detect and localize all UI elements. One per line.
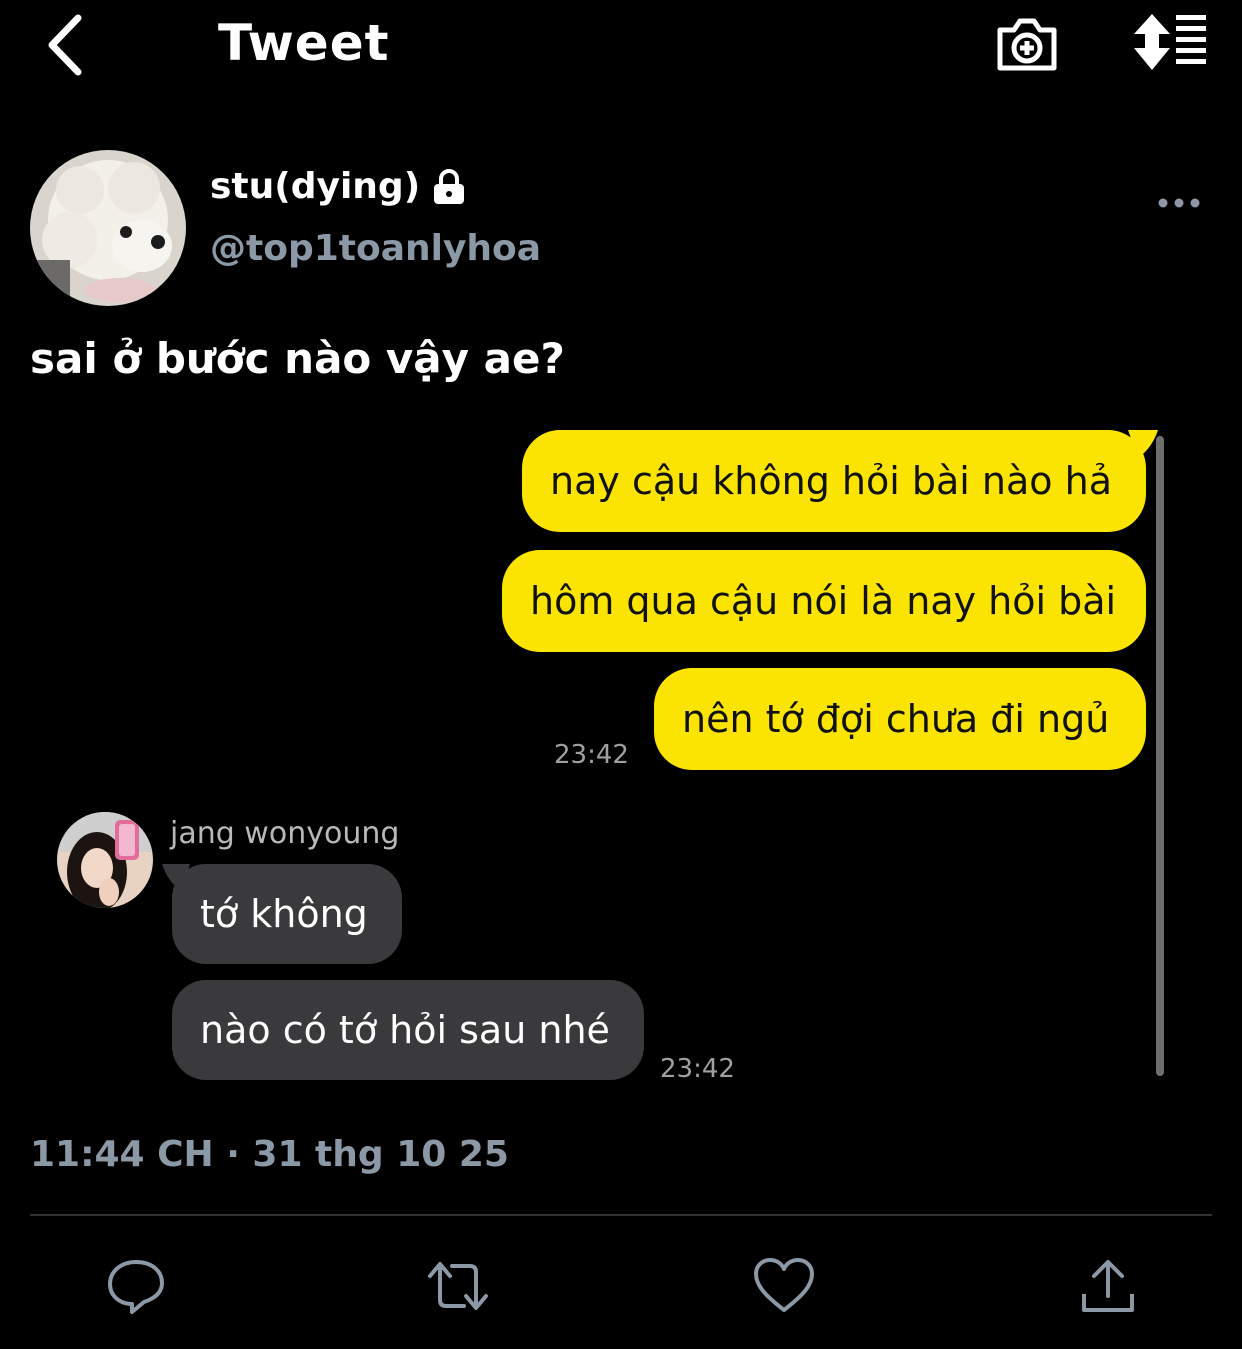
sort-button[interactable] (1130, 12, 1210, 72)
back-button[interactable] (38, 12, 98, 78)
author-display-name[interactable]: stu(dying) (210, 166, 420, 207)
more-dots-icon (1158, 198, 1200, 208)
outgoing-message: nên tớ đợi chưa đi ngủ (654, 668, 1146, 770)
page-title: Tweet (218, 14, 390, 72)
retweet-button[interactable] (426, 1254, 490, 1318)
incoming-message: nào có tớ hỏi sau nhé (172, 980, 644, 1080)
retweet-icon (428, 1262, 488, 1310)
camera-button[interactable] (994, 12, 1060, 74)
author-avatar[interactable] (30, 150, 186, 306)
sender-avatar (57, 812, 153, 908)
like-button[interactable] (752, 1254, 816, 1318)
outgoing-message: hôm qua cậu nói là nay hỏi bài (502, 550, 1146, 652)
share-icon (1082, 1260, 1134, 1312)
lock-icon (430, 168, 468, 206)
author-handle[interactable]: @top1toanlyhoa (210, 228, 541, 269)
divider (30, 1214, 1212, 1216)
share-button[interactable] (1076, 1254, 1140, 1318)
tweet-media-chat-screenshot[interactable]: nay cậu không hỏi bài nào hả hôm qua cậu… (30, 420, 1180, 1100)
chevron-left-icon (48, 14, 82, 76)
tweet-text: sai ở bước nào vậy ae? (30, 334, 565, 383)
camera-plus-icon (997, 18, 1057, 71)
outgoing-message-time: 23:42 (554, 740, 629, 770)
sort-list-icon (1134, 14, 1206, 70)
reply-bubble-icon (108, 1260, 164, 1314)
outgoing-message: nay cậu không hỏi bài nào hả (522, 430, 1146, 532)
incoming-message-time: 23:42 (660, 1054, 735, 1084)
tweet-timestamp[interactable]: 11:44 CH · 31 thg 10 25 (30, 1134, 509, 1175)
chat-scrollbar (1156, 436, 1164, 1076)
sender-name: jang wonyoung (170, 816, 400, 851)
reply-button[interactable] (104, 1254, 168, 1318)
heart-icon (754, 1258, 814, 1312)
more-options-button[interactable] (1156, 188, 1202, 218)
incoming-message: tớ không (172, 864, 402, 964)
